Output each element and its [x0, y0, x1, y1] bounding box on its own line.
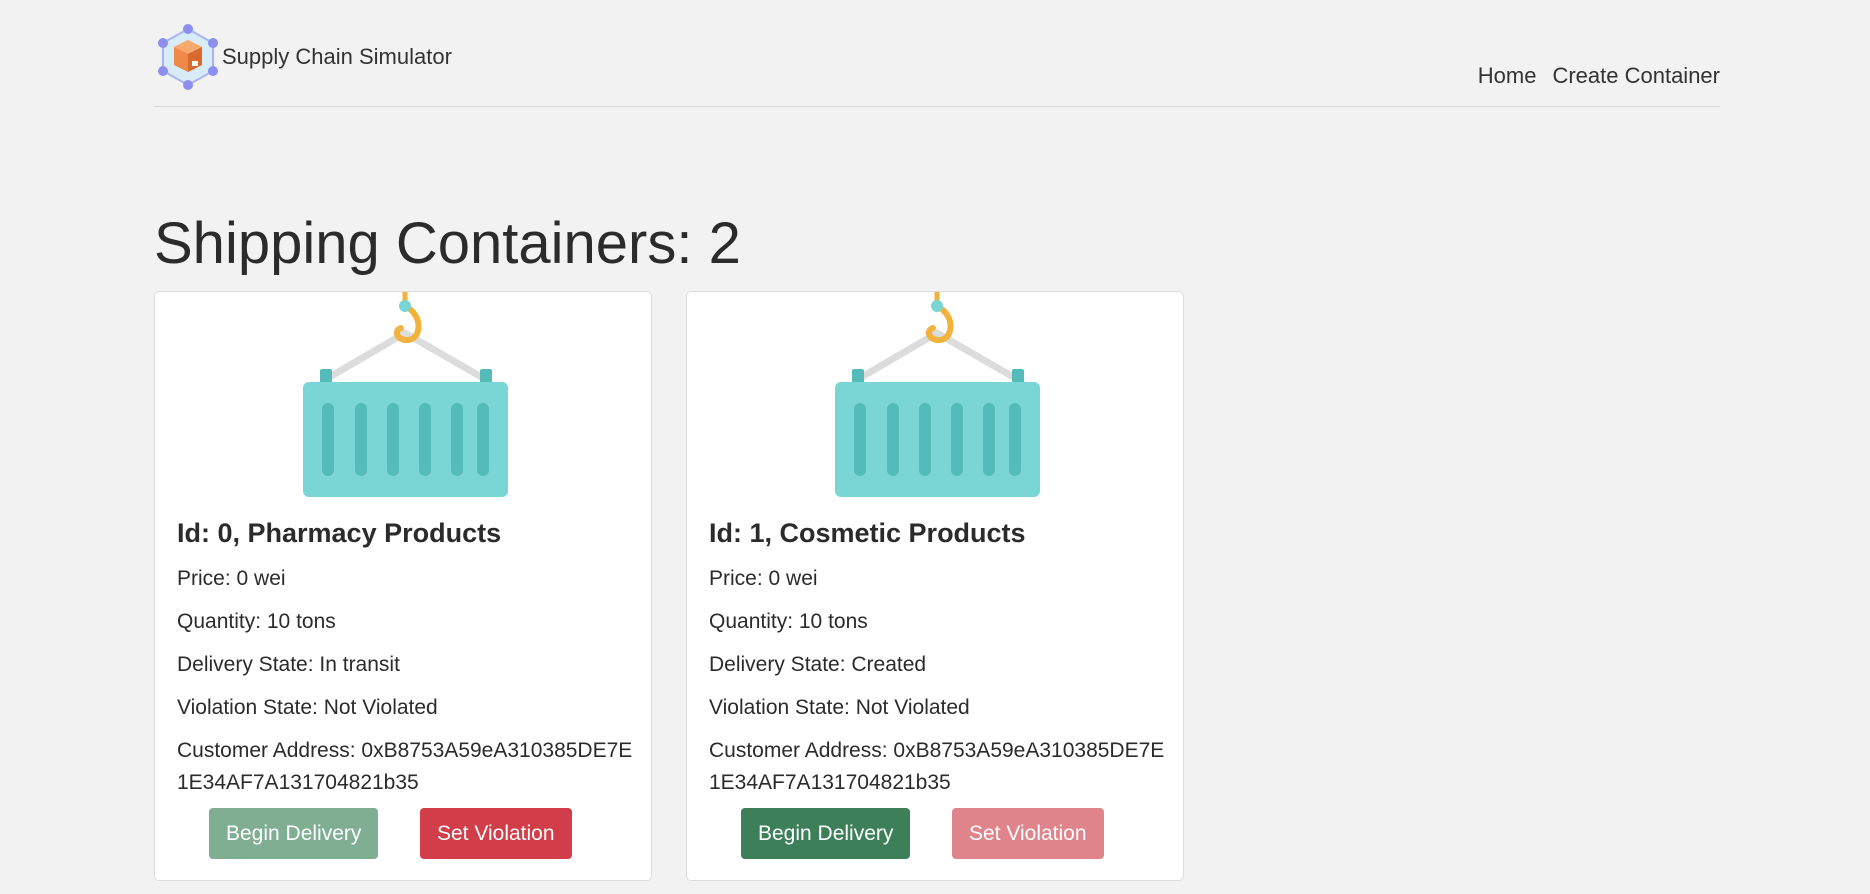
set-violation-button[interactable]: Set Violation [420, 808, 572, 859]
card-title: Id: 1, Cosmetic Products [709, 518, 1026, 548]
card-price: Price: 0 wei [709, 567, 818, 590]
card-price: Price: 0 wei [177, 567, 286, 590]
card-delivery-state: Delivery State: In transit [177, 653, 400, 676]
brand-title: Supply Chain Simulator [222, 44, 452, 69]
card-violation-state: Violation State: Not Violated [177, 696, 438, 719]
begin-delivery-button[interactable]: Begin Delivery [209, 808, 379, 859]
card-customer-address: Customer Address: 0xB8753A59eA310385DE7E… [709, 739, 1165, 794]
card-quantity: Quantity: 10 tons [709, 610, 868, 633]
set-violation-button[interactable]: Set Violation [952, 808, 1104, 859]
card-violation-state: Violation State: Not Violated [709, 696, 970, 719]
navbar: Supply Chain Simulator Home Create Conta… [154, 0, 1720, 107]
card-customer-address: Customer Address: 0xB8753A59eA310385DE7E… [177, 739, 633, 794]
supply-chain-logo-icon [158, 24, 218, 90]
card-quantity: Quantity: 10 tons [177, 610, 336, 633]
nav-create-container-link[interactable]: Create Container [1552, 63, 1720, 89]
card-title: Id: 0, Pharmacy Products [177, 518, 502, 548]
brand-link[interactable]: Supply Chain Simulator [154, 23, 452, 91]
shipping-container-icon [835, 292, 1040, 497]
begin-delivery-button[interactable]: Begin Delivery [741, 808, 911, 859]
container-image [155, 292, 651, 502]
container-card: Id: 0, Pharmacy Products Price: 0 wei Qu… [154, 291, 652, 881]
container-card: Id: 1, Cosmetic Products Price: 0 wei Qu… [686, 291, 1184, 881]
page-title: Shipping Containers: 2 [154, 211, 741, 276]
shipping-container-icon [303, 292, 508, 497]
nav-home-link[interactable]: Home [1478, 63, 1537, 89]
nav-links: Home Create Container [1478, 63, 1720, 89]
container-image [687, 292, 1183, 502]
card-delivery-state: Delivery State: Created [709, 653, 927, 676]
